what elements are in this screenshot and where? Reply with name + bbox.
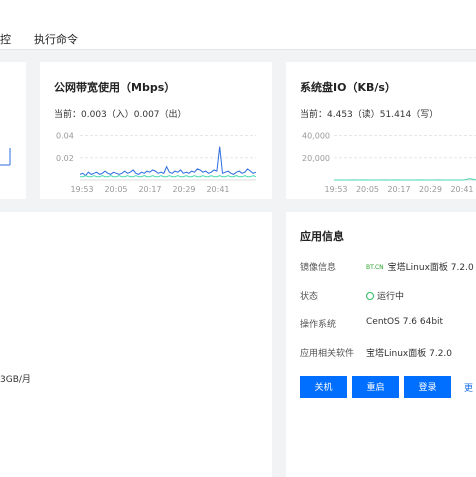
running-status-icon (366, 292, 374, 300)
app-info-card: 应用信息 镜像信息 BT.CN宝塔Linux面板 7.2.0 管理 状态 运行中… (286, 212, 476, 477)
y-tick-label: 0.02 (56, 154, 74, 163)
image-info-label: 镜像信息 (300, 263, 337, 273)
monitor-card-partial (0, 62, 26, 199)
instance-info-card: 3GB/月 (0, 212, 272, 477)
series-line-0 (334, 178, 476, 181)
partial-chart (0, 148, 11, 166)
software-value: 宝塔Linux面板 7.2.0 (366, 349, 453, 359)
x-tick-label: 20:41 (206, 185, 229, 194)
restart-button[interactable]: 重启 (352, 376, 399, 398)
x-tick-label: 20:29 (172, 185, 195, 194)
software-label: 应用相关软件 (300, 349, 355, 359)
tab-monitoring[interactable]: 控 (0, 31, 11, 47)
y-tick-label: 20,000 (302, 154, 330, 163)
bandwidth-card: 公网带宽使用（Mbps） 当前：0.003（入）0.007（出） 0.02 0.0… (40, 62, 272, 199)
series-line-1 (80, 175, 257, 178)
status-text: 运行中 (377, 292, 405, 302)
bandwidth-title: 公网带宽使用（Mbps） (54, 81, 176, 94)
app-info-title: 应用信息 (300, 230, 344, 243)
login-button[interactable]: 登录 (404, 376, 451, 398)
disk-io-chart: 20,000 40,000 19:53 20:05 20:17 20:29 20:41 (286, 124, 476, 196)
disk-io-title: 系统盘IO（KB/s） (300, 81, 396, 94)
x-tick-label: 20:17 (387, 185, 410, 194)
shutdown-button[interactable]: 关机 (300, 376, 347, 398)
more-link[interactable]: 更 (464, 381, 473, 394)
series-line-0 (79, 146, 257, 177)
disk-io-chart-svg: 20,000 40,000 19:53 20:05 20:17 20:29 20:41 (302, 132, 476, 194)
x-tick-label: 20:17 (138, 185, 161, 194)
tab-execute-command[interactable]: 执行命令 (34, 31, 78, 47)
y-tick-label: 0.04 (56, 132, 74, 141)
y-tick-label: 40,000 (302, 132, 330, 141)
status-value: 运行中 (366, 289, 404, 302)
x-tick-label: 20:05 (356, 185, 379, 194)
traffic-quota: 3GB/月 (0, 375, 31, 385)
bandwidth-chart-svg: 0.02 0.04 19:53 20:05 20:17 20:29 20:41 (56, 132, 257, 194)
bt-logo: BT.CN (366, 264, 384, 271)
x-tick-label: 19:53 (70, 185, 93, 194)
disk-io-current: 当前：4.453（读）51.414（写） (300, 110, 439, 120)
os-value: CentOS 7.6 64bit (366, 317, 444, 327)
image-info-value: BT.CN宝塔Linux面板 7.2.0 管理 (366, 260, 476, 273)
image-name: 宝塔Linux面板 7.2.0 (387, 263, 474, 273)
status-label: 状态 (300, 292, 319, 302)
bandwidth-current: 当前：0.003（入）0.007（出） (54, 110, 187, 120)
os-label: 操作系统 (300, 320, 337, 330)
x-tick-label: 20:29 (419, 185, 442, 194)
tab-bar: 控 执行命令 (0, 0, 476, 50)
bandwidth-chart: 0.02 0.04 19:53 20:05 20:17 20:29 20:41 (40, 124, 272, 196)
x-tick-label: 20:41 (450, 185, 473, 194)
x-tick-label: 20:05 (104, 185, 127, 194)
disk-io-card: 系统盘IO（KB/s） 当前：4.453（读）51.414（写） 20,000 4… (286, 62, 476, 199)
x-tick-label: 19:53 (324, 185, 347, 194)
